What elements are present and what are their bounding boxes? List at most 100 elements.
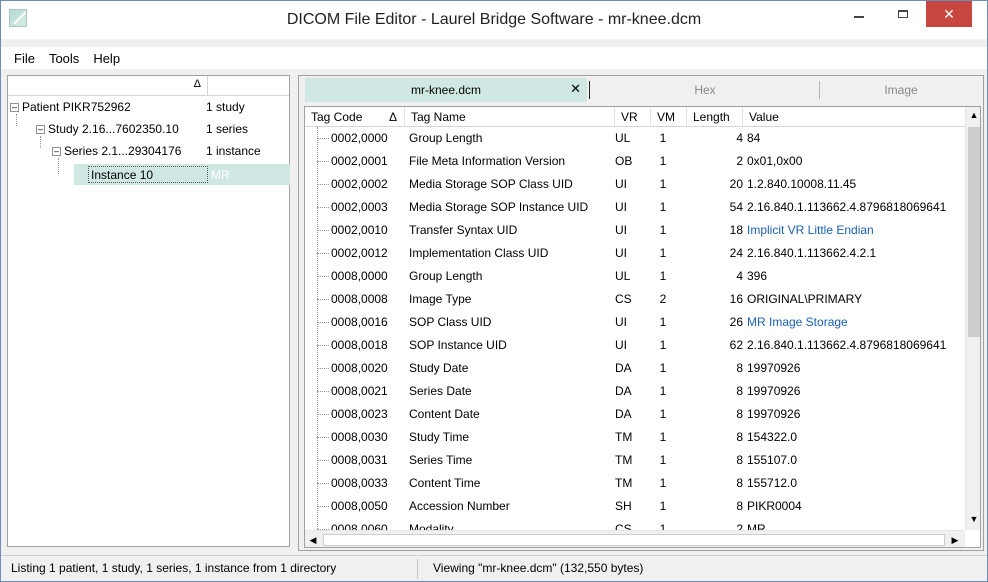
table-row[interactable]: 0008,0033 Content Time TM 1 8 155712.0 [305, 472, 965, 495]
cell-length: 16 [729, 292, 743, 306]
tree-connector [317, 322, 329, 323]
minimize-button[interactable] [837, 1, 881, 27]
scroll-right-icon[interactable]: ▶ [947, 532, 963, 547]
table-row[interactable]: 0008,0030 Study Time TM 1 8 154322.0 [305, 426, 965, 449]
tree-node-label: Patient PIKR752962 [22, 100, 131, 114]
menu-help[interactable]: Help [86, 51, 127, 66]
close-tab-icon[interactable]: ✕ [570, 81, 581, 97]
scroll-down-icon[interactable]: ▼ [966, 511, 980, 527]
cell-value: 19970926 [747, 384, 801, 398]
dicom-tree-pane: Δ – Patient PIKR752962 1 study – Study 2… [7, 75, 290, 547]
status-listing: Listing 1 patient, 1 study, 1 series, 1 … [11, 561, 337, 575]
tab-label: Hex [694, 83, 716, 97]
table-row[interactable]: 0008,0008 Image Type CS 2 16 ORIGINAL\PRIMARY [305, 288, 965, 311]
horizontal-scrollbar[interactable]: ◀ ▶ [305, 530, 965, 547]
sort-ascending-icon: Δ [389, 110, 398, 124]
column-label: Tag Name [411, 110, 466, 124]
column-header-tag-code[interactable]: Tag Code Δ [305, 107, 405, 127]
cell-tag-name: Transfer Syntax UID [409, 223, 518, 237]
minimize-icon [854, 16, 864, 18]
cell-value: Implicit VR Little Endian [747, 223, 874, 237]
table-row[interactable]: 0008,0000 Group Length UL 1 4 396 [305, 265, 965, 288]
column-header-vm[interactable]: VM [651, 107, 687, 127]
cell-vr: UL [615, 131, 631, 145]
collapse-icon[interactable]: – [52, 146, 61, 156]
tree-node-patient[interactable]: – Patient PIKR752962 1 study [10, 96, 290, 118]
collapse-icon[interactable]: – [36, 124, 45, 134]
tab-hex[interactable]: Hex [591, 78, 819, 102]
scroll-thumb[interactable] [968, 127, 980, 337]
column-header-value[interactable]: Value [743, 107, 965, 127]
view-tabs: mr-knee.dcm ✕ Hex Image [305, 78, 983, 102]
cell-value: 396 [747, 269, 768, 283]
table-row[interactable]: 0008,0018 SOP Instance UID UI 1 62 2.16.840.1… [305, 334, 965, 357]
table-row[interactable]: 0008,0031 Series Time TM 1 8 155107.0 [305, 449, 965, 472]
table-row[interactable]: 0002,0010 Transfer Syntax UID UI 1 18 Implici… [305, 219, 965, 242]
cell-vr: TM [615, 430, 633, 444]
cell-tag-name: Content Date [409, 407, 480, 421]
cell-tag-name: Group Length [409, 269, 483, 283]
column-label: VR [621, 110, 638, 124]
cell-value: 155107.0 [747, 453, 798, 467]
table-row[interactable]: 0008,0016 SOP Class UID UI 1 26 MR Image Stor… [305, 311, 965, 334]
cell-vr: DA [615, 361, 632, 375]
cell-tag-code: 0002,0002 [331, 177, 388, 191]
tree-column-header[interactable]: Δ [8, 76, 208, 95]
cell-tag-name: Accession Number [409, 499, 510, 513]
close-button[interactable]: ✕ [926, 1, 972, 27]
tab-file[interactable]: mr-knee.dcm ✕ [305, 78, 587, 102]
table-row[interactable]: 0002,0003 Media Storage SOP Instance UID U… [305, 196, 965, 219]
tree-node-count: 1 study [206, 100, 245, 114]
collapse-icon[interactable]: – [10, 102, 19, 112]
app-window: DICOM File Editor - Laurel Bridge Softwa… [0, 0, 988, 582]
tree-node-series[interactable]: – Series 2.1...29304176 1 instance [52, 140, 290, 162]
cell-vm: 1 [659, 177, 667, 191]
column-header-length[interactable]: Length [687, 107, 743, 127]
menu-tools[interactable]: Tools [42, 51, 86, 66]
cell-vm: 1 [659, 200, 667, 214]
cell-tag-name: Media Storage SOP Instance UID [409, 200, 589, 214]
cell-tag-name: Image Type [409, 292, 472, 306]
tree-connector [317, 207, 329, 208]
cell-vr: TM [615, 453, 633, 467]
menu-file[interactable]: File [7, 51, 42, 66]
scroll-up-icon[interactable]: ▲ [966, 107, 980, 123]
table-row[interactable]: 0008,0050 Accession Number SH 1 8 PIKR0004 [305, 495, 965, 518]
cell-tag-name: Media Storage SOP Class UID [409, 177, 573, 191]
table-row[interactable]: 0008,0021 Series Date DA 1 8 19970926 [305, 380, 965, 403]
tree-node-study[interactable]: – Study 2.16...7602350.10 1 series [36, 118, 290, 140]
tab-image[interactable]: Image [821, 78, 981, 102]
table-row[interactable]: 0008,0020 Study Date DA 1 8 19970926 [305, 357, 965, 380]
cell-length: 4 [736, 269, 743, 283]
cell-value: 154322.0 [747, 430, 798, 444]
table-row[interactable]: 0002,0000 Group Length UL 1 4 84 [305, 127, 965, 150]
cell-tag-code: 0008,0050 [331, 499, 388, 513]
cell-tag-name: Series Date [409, 384, 472, 398]
tree-connector [317, 460, 329, 461]
cell-vm: 1 [659, 131, 667, 145]
cell-vm: 1 [659, 453, 667, 467]
cell-length: 20 [729, 177, 743, 191]
vertical-scrollbar[interactable]: ▲ ▼ [965, 107, 980, 530]
scroll-thumb[interactable] [323, 534, 945, 546]
table-row[interactable]: 0002,0012 Implementation Class UID UI 1 24 2.… [305, 242, 965, 265]
maximize-button[interactable] [881, 1, 925, 27]
column-header-tag-name[interactable]: Tag Name [405, 107, 615, 127]
cell-tag-code: 0002,0010 [331, 223, 388, 237]
table-row[interactable]: 0008,0023 Content Date DA 1 8 19970926 [305, 403, 965, 426]
table-row[interactable]: 0002,0001 File Meta Information Version OB… [305, 150, 965, 173]
cell-vr: OB [615, 154, 633, 168]
scroll-left-icon[interactable]: ◀ [305, 532, 321, 547]
cell-vr: UI [615, 200, 627, 214]
cell-length: 8 [736, 499, 743, 513]
cell-tag-code: 0008,0000 [331, 269, 388, 283]
pane-splitter[interactable] [291, 75, 297, 547]
status-divider [417, 559, 418, 579]
tree-connector [317, 483, 329, 484]
column-header-vr[interactable]: VR [615, 107, 651, 127]
cell-length: 8 [736, 361, 743, 375]
cell-vr: UI [615, 223, 627, 237]
cell-tag-code: 0008,0018 [331, 338, 388, 352]
cell-vr: UI [615, 246, 627, 260]
table-row[interactable]: 0002,0002 Media Storage SOP Class UID UI 1 2… [305, 173, 965, 196]
